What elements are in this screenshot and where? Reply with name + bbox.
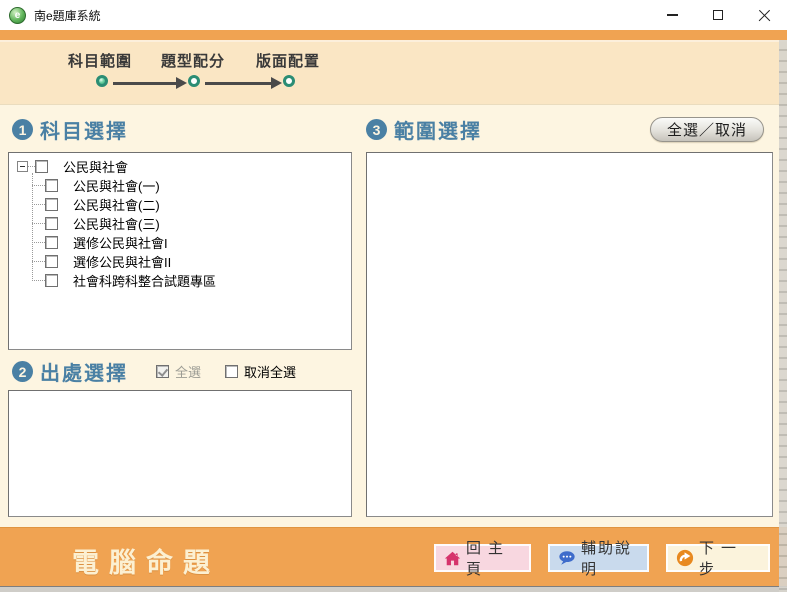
window-controls (649, 0, 787, 30)
home-button[interactable]: 回主頁 (434, 544, 531, 572)
header-accent-strip (0, 30, 787, 40)
select-all-group: 全選 (156, 362, 201, 381)
source-list-box[interactable] (8, 390, 352, 517)
tree-connector (32, 185, 45, 186)
tree-children: 公民與社會(一) 公民與社會(二) 公民與社會(三) 選修公民與社會I (32, 176, 351, 290)
tree-item-checkbox[interactable] (45, 255, 58, 268)
tree-item-label[interactable]: 選修公民與社會II (73, 252, 171, 271)
step-arrow-head-1 (176, 77, 187, 89)
maximize-button[interactable] (695, 0, 741, 30)
title-bar: e 南e題庫系統 (0, 0, 787, 30)
section-source-header: 2 出處選擇 全選 取消全選 (12, 357, 296, 386)
next-button-label: 下一步 (699, 537, 760, 579)
tree-item-checkbox[interactable] (45, 198, 58, 211)
deselect-all-label: 取消全選 (244, 362, 296, 381)
help-button[interactable]: 輔助說明 (548, 544, 649, 572)
section-2-title: 出處選擇 (40, 357, 128, 386)
tree-item-label[interactable]: 公民與社會(三) (73, 214, 160, 233)
app-window: e 南e題庫系統 科目範圍 題型配分 版面配置 1 科目選擇 (0, 0, 787, 592)
tree-connector (28, 166, 35, 167)
step-circle-3 (283, 75, 295, 87)
select-all-toggle-button[interactable]: 全選／取消 (650, 117, 764, 142)
tree-item-label[interactable]: 公民與社會(二) (73, 195, 160, 214)
help-button-label: 輔助說明 (581, 537, 639, 579)
subject-tree: 公民與社會 公民與社會(一) 公民與社會(二) 公民與社會(三) (9, 153, 351, 290)
tree-item-row: 公民與社會(三) (32, 214, 351, 233)
step-label-question-type: 題型配分 (161, 50, 225, 71)
tree-connector (32, 261, 45, 262)
maximize-icon (713, 10, 723, 20)
section-1-title: 科目選擇 (40, 115, 128, 144)
tree-item-checkbox[interactable] (45, 217, 58, 230)
next-arrow-icon (676, 549, 694, 567)
app-logo-icon: e (9, 7, 26, 24)
step-arrow-line-2 (205, 82, 272, 85)
tree-item-checkbox[interactable] (45, 179, 58, 192)
next-step-button[interactable]: 下一步 (666, 544, 770, 572)
tree-root-label[interactable]: 公民與社會 (63, 157, 128, 176)
tree-item-row: 社會科跨科整合試題專區 (32, 271, 351, 290)
tree-connector (32, 280, 45, 281)
tree-item-label[interactable]: 公民與社會(一) (73, 176, 160, 195)
section-3-badge: 3 (366, 119, 387, 140)
section-2-badge: 2 (12, 361, 33, 382)
close-button[interactable] (741, 0, 787, 30)
select-all-label: 全選 (175, 362, 201, 381)
step-label-subject-range: 科目範圍 (68, 50, 132, 71)
section-range-header: 3 範圍選擇 (366, 115, 482, 144)
tree-connector (32, 242, 45, 243)
deselect-all-group: 取消全選 (225, 362, 296, 381)
step-arrow-head-2 (271, 77, 282, 89)
window-title: 南e題庫系統 (34, 7, 101, 24)
section-1-badge: 1 (12, 119, 33, 140)
tree-item-checkbox[interactable] (45, 274, 58, 287)
footer-buttons: 回主頁 輔助說明 下一步 (434, 544, 770, 572)
tree-item-checkbox[interactable] (45, 236, 58, 249)
footer-bar: 電腦命題 回主頁 輔助說明 下一步 (0, 527, 787, 586)
window-bottom-edge (0, 586, 787, 592)
home-button-label: 回主頁 (466, 537, 521, 579)
step-circle-1-active (96, 75, 108, 87)
tree-root-checkbox[interactable] (35, 160, 48, 173)
tree-connector (32, 204, 45, 205)
step-arrow-line-1 (113, 82, 177, 85)
step-indicator: 科目範圍 題型配分 版面配置 (0, 40, 787, 105)
select-all-checkbox[interactable] (156, 365, 169, 378)
close-icon (758, 9, 771, 22)
subject-tree-box[interactable]: 公民與社會 公民與社會(一) 公民與社會(二) 公民與社會(三) (8, 152, 352, 350)
tree-item-row: 公民與社會(二) (32, 195, 351, 214)
section-3-title: 範圍選擇 (394, 115, 482, 144)
tree-connector (32, 223, 45, 224)
minimize-icon (667, 14, 678, 16)
page-title: 電腦命題 (72, 541, 220, 580)
range-list-box[interactable] (366, 152, 773, 517)
tree-item-row: 選修公民與社會I (32, 233, 351, 252)
tree-item-label[interactable]: 選修公民與社會I (73, 233, 168, 252)
deselect-all-checkbox[interactable] (225, 365, 238, 378)
background-window-edge (779, 40, 787, 592)
step-circle-2 (188, 75, 200, 87)
chat-bubble-icon (558, 549, 576, 567)
tree-item-label[interactable]: 社會科跨科整合試題專區 (73, 271, 216, 290)
section-subject-header: 1 科目選擇 (12, 115, 128, 144)
tree-item-row: 選修公民與社會II (32, 252, 351, 271)
minimize-button[interactable] (649, 0, 695, 30)
tree-root-row: 公民與社會 (17, 157, 351, 176)
tree-collapse-icon[interactable] (17, 161, 28, 172)
home-icon (444, 550, 461, 567)
step-label-layout: 版面配置 (256, 50, 320, 71)
tree-item-row: 公民與社會(一) (32, 176, 351, 195)
